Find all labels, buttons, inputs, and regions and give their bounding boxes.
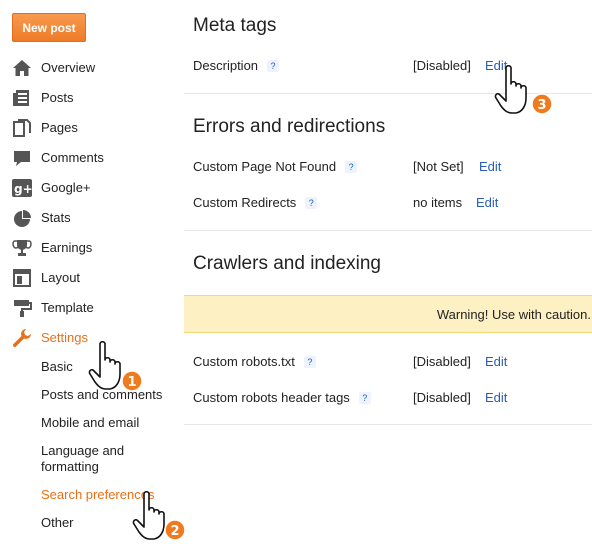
wrench-icon [12,329,31,348]
home-icon [13,60,31,76]
sidebar-item-label: Earnings [41,239,93,255]
row-label-text: Custom robots header tags [193,390,350,405]
divider [184,424,592,425]
row-label-text: Description [193,58,259,73]
sidebar-item-comments[interactable]: Comments [0,142,184,172]
divider [184,230,592,231]
warning-text: Warning! Use with caution. [436,306,591,322]
sidebar-item-layout[interactable]: Layout [0,262,184,292]
row-label-custom-page-not-found: Custom Page Not Found ? [193,159,358,174]
sidebar-item-label: Google+ [41,179,91,195]
row-value-custom-page-not-found: [Not Set] [413,159,464,174]
google-plus-icon: g+ [12,179,32,197]
step-badge-number: 3 [537,98,546,113]
comments-icon [14,151,30,166]
layout-icon [13,269,31,287]
edit-link-custom-redirects[interactable]: Edit [476,195,498,210]
section-title-meta-tags: Meta tags [193,15,277,36]
sidebar: New post Overview Posts Pages Comments g… [0,0,184,544]
section-title-crawlers: Crawlers and indexing [193,253,381,274]
help-icon[interactable]: ? [345,160,358,173]
edit-link-custom-page-not-found[interactable]: Edit [479,159,501,174]
hand-cursor-icon [88,340,121,390]
sidebar-item-earnings[interactable]: Earnings [0,232,184,262]
row-value-custom-redirects: no items [413,195,463,210]
row-label-text: Custom Page Not Found [193,159,337,174]
posts-icon [13,90,29,106]
sidebar-item-stats[interactable]: Stats [0,202,184,232]
sidebar-item-pages[interactable]: Pages [0,112,184,142]
row-label-custom-robots-header-tags: Custom robots header tags ? [193,390,371,405]
row-label-text: Custom Redirects [193,195,297,210]
row-label-custom-redirects: Custom Redirects ? [193,195,318,210]
sidebar-item-label: Stats [41,209,71,225]
sidebar-item-label: Comments [41,149,104,165]
hand-cursor-annotation-1: 1 [88,340,143,392]
step-badge-number: 2 [170,524,179,539]
sidebar-item-overview[interactable]: Overview [0,52,184,82]
help-icon[interactable]: ? [305,196,318,209]
svg-text:g+: g+ [14,182,32,196]
sidebar-item-posts[interactable]: Posts [0,82,184,112]
sidebar-item-label: Settings [41,329,88,345]
sidebar-item-google-plus[interactable]: g+ Google+ [0,172,184,202]
hand-cursor-icon [132,490,165,540]
sidebar-item-template[interactable]: Template [0,292,184,322]
template-icon [14,300,32,317]
section-title-errors: Errors and redirections [193,116,386,137]
row-value-custom-robots-txt: [Disabled] [413,354,471,369]
row-label-description: Description ? [193,58,280,73]
row-value-description: [Disabled] [413,58,471,73]
sidebar-item-label: Overview [41,59,96,75]
help-icon[interactable]: ? [267,59,280,72]
sidebar-item-label: Pages [41,119,78,135]
settings-sub-mobile-and-email[interactable]: Mobile and email [41,415,181,431]
hand-cursor-icon [494,64,527,114]
sidebar-item-label: Template [41,299,94,315]
stats-icon [14,210,31,227]
earnings-icon [12,240,32,256]
row-label-text: Custom robots.txt [193,354,295,369]
row-value-custom-robots-header-tags: [Disabled] [413,390,471,405]
pages-icon [13,119,31,137]
sidebar-item-label: Posts [41,89,74,105]
help-icon[interactable]: ? [303,355,316,368]
step-badge-number: 1 [127,375,136,390]
hand-cursor-annotation-2: 2 [132,490,186,541]
help-icon[interactable]: ? [358,391,371,404]
new-post-button[interactable]: New post [12,13,86,42]
row-label-custom-robots-txt: Custom robots.txt ? [193,354,316,369]
warning-banner: Warning! Use with caution. [184,295,592,333]
edit-link-custom-robots-txt[interactable]: Edit [485,354,507,369]
edit-link-custom-robots-header-tags[interactable]: Edit [485,390,507,405]
sidebar-item-label: Layout [41,269,81,285]
settings-sub-language-and-formatting[interactable]: Language and formatting [41,443,141,475]
hand-cursor-annotation-3: 3 [494,64,553,115]
